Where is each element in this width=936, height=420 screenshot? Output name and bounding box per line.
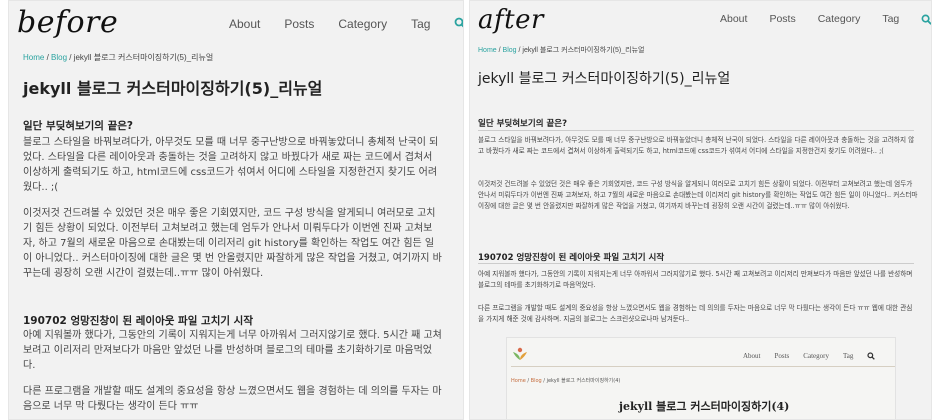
page-title: jekyll 블로그 커스터마이징하기(5)_리뉴얼 xyxy=(23,79,323,98)
breadcrumb-current: jekyll 블로그 커스터마이징하기(5)_리뉴얼 xyxy=(522,47,645,54)
section-heading: 190702 엉망진창이 된 레이아웃 파일 고치기 시작 xyxy=(23,315,253,327)
nav-category[interactable]: Category xyxy=(338,17,387,32)
breadcrumb-home[interactable]: Home xyxy=(478,47,497,54)
before-label: before xyxy=(17,5,119,40)
section-heading: 일단 부딪혀보기의 끝은? xyxy=(478,119,568,129)
section-heading: 일단 부딪혀보기의 끝은? xyxy=(23,120,134,132)
after-label: after xyxy=(478,5,544,35)
nav-about: About xyxy=(743,352,761,360)
breadcrumb-home: Home xyxy=(511,378,526,384)
paragraph: 다른 프로그램을 개발할 때도 설계의 중요성을 항상 느꼈으면서도 웹을 경험… xyxy=(478,304,913,323)
paragraph: 블로그 스타일을 바꿔보려다가, 아무것도 모를 때 너무 중구난방으로 바꿔놓… xyxy=(478,136,915,155)
nav-category: Category xyxy=(803,352,829,360)
breadcrumb: Home / Blog / jekyll 블로그 커스터마이징하기(4) xyxy=(511,378,621,384)
breadcrumb-blog[interactable]: Blog xyxy=(503,47,517,54)
nav-posts: Posts xyxy=(774,352,790,360)
paragraph: 블로그 스타일을 바꿔보려다가, 아무것도 모를 때 너무 중구난방으로 바꿔놓… xyxy=(23,137,439,193)
paragraph: 아예 지워볼까 했다가, 그동안의 기록이 지워지는게 너무 아까워서 그러지않… xyxy=(478,270,913,289)
search-icon[interactable] xyxy=(921,13,931,28)
breadcrumb: Home / Blog / jekyll 블로그 커스터마이징하기(5)_리뉴얼 xyxy=(478,47,645,54)
nav-tag[interactable]: Tag xyxy=(411,17,430,32)
page-title: jekyll 블로그 커스터마이징하기(4) xyxy=(619,400,790,413)
section-heading: 190702 엉망진창이 된 레이아웃 파일 고치기 시작 xyxy=(478,253,665,263)
embed-nav: About Posts Category Tag xyxy=(743,352,889,362)
after-nav: About Posts Category Tag xyxy=(720,13,931,28)
paragraph: 아예 지워볼까 했다가, 그동안의 기록이 지워지는게 너무 아까워서 그러지않… xyxy=(23,330,442,371)
breadcrumb-home[interactable]: Home xyxy=(23,53,44,62)
divider xyxy=(478,263,914,264)
paragraph: 다른 프로그램을 개발할 때도 설계의 중요성을 항상 느꼈으면서도 웹을 경험… xyxy=(23,386,442,412)
divider xyxy=(511,366,895,367)
paragraph: 이것저것 건드려볼 수 있었던 것은 매우 좋은 기회였지만, 코드 구성 방식… xyxy=(478,180,918,210)
logo-icon xyxy=(511,346,529,362)
breadcrumb-current: jekyll 블로그 커스터마이징하기(5)_리뉴얼 xyxy=(73,53,214,62)
before-panel: before About Posts Category Tag Home / B… xyxy=(8,0,464,420)
breadcrumb-blog[interactable]: Blog xyxy=(51,53,67,62)
page-title: jekyll 블로그 커스터마이징하기(5)_리뉴얼 xyxy=(478,71,731,87)
search-icon[interactable] xyxy=(454,17,463,32)
divider xyxy=(478,130,914,131)
search-icon xyxy=(867,352,876,362)
paragraph: 이것저것 건드려볼 수 있었던 것은 매우 좋은 기회였지만, 코드 구성 방식… xyxy=(23,208,442,279)
nav-tag: Tag xyxy=(842,352,854,360)
nav-about[interactable]: About xyxy=(229,17,260,32)
breadcrumb-blog: Blog xyxy=(530,378,542,384)
breadcrumb: Home / Blog / jekyll 블로그 커스터마이징하기(5)_리뉴얼 xyxy=(23,53,214,62)
nav-posts[interactable]: Posts xyxy=(284,17,314,32)
embedded-screenshot: About Posts Category Tag Home / Blog / j… xyxy=(506,337,896,419)
nav-posts[interactable]: Posts xyxy=(769,13,795,28)
after-panel: after About Posts Category Tag Home / Bl… xyxy=(469,0,932,420)
nav-tag[interactable]: Tag xyxy=(882,13,899,28)
before-nav: About Posts Category Tag xyxy=(229,17,463,32)
nav-about[interactable]: About xyxy=(720,13,747,28)
breadcrumb-current: jekyll 블로그 커스터마이징하기(4) xyxy=(546,378,621,384)
nav-category[interactable]: Category xyxy=(818,13,861,28)
